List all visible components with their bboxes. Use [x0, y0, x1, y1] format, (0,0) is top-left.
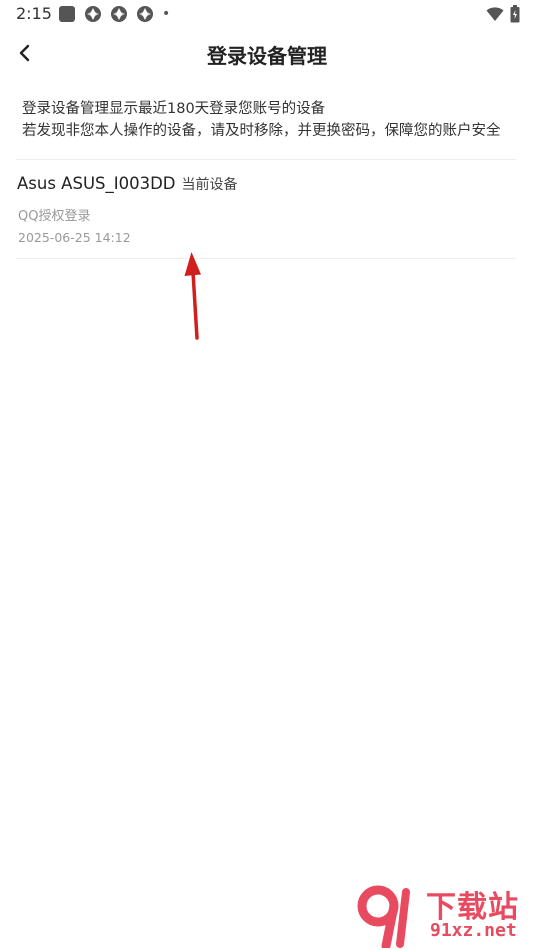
aperture-icon: [136, 5, 154, 23]
wifi-icon: [486, 6, 504, 22]
notification-icons: •: [58, 5, 178, 23]
current-device-label: 当前设备: [181, 177, 238, 193]
intro-text: 登录设备管理显示最近180天登录您账号的设备 若发现非您本人操作的设备，请及时移…: [22, 98, 522, 142]
device-list-item[interactable]: Asus ASUS_I003DD 当前设备 QQ授权登录 2025-06-25 1…: [0, 160, 534, 258]
intro-line-1: 登录设备管理显示最近180天登录您账号的设备: [22, 101, 326, 117]
intro-line-2: 若发现非您本人操作的设备，请及时移除，并更换密码，保障您的账户安全: [22, 123, 501, 139]
system-icons: [480, 5, 520, 23]
watermark-logo-icon: [357, 885, 410, 948]
device-name: Asus ASUS_I003DD: [17, 174, 176, 193]
app-square-icon: [58, 5, 76, 23]
device-name-row: Asus ASUS_I003DD 当前设备: [17, 174, 238, 194]
watermark-url: 91xz.net: [430, 920, 517, 941]
device-login-method: QQ授权登录: [18, 209, 91, 224]
device-login-time: 2025-06-25 14:12: [18, 230, 131, 245]
more-notifications-dot: •: [162, 6, 171, 22]
watermark: 下载站 91xz.net: [354, 880, 534, 950]
battery-icon: [510, 5, 520, 23]
divider: [16, 258, 516, 259]
page-title: 登录设备管理: [207, 44, 327, 68]
status-time: 2:15: [16, 4, 52, 23]
annotation-arrow-icon: [184, 252, 201, 340]
aperture-icon: [84, 5, 102, 23]
aperture-icon: [110, 5, 128, 23]
app-header: 登录设备管理: [0, 28, 534, 82]
status-bar: 2:15 •: [0, 0, 534, 28]
